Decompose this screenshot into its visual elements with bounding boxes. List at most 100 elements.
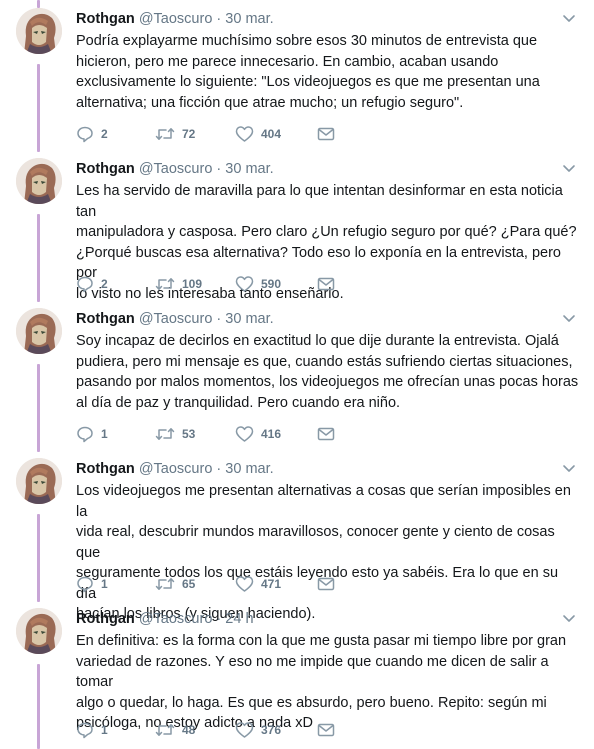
- tweet-text-line: Los videojuegos me presentan alternativa…: [76, 483, 571, 520]
- separator-dot: ·: [216, 611, 222, 627]
- chevron-down-icon[interactable]: [562, 614, 576, 624]
- heart-icon: [235, 126, 254, 142]
- display-name[interactable]: Rothgan: [76, 611, 135, 627]
- retweet-button[interactable]: 72: [155, 124, 195, 144]
- reply-button[interactable]: 1: [76, 574, 108, 594]
- avatar[interactable]: [16, 458, 62, 504]
- like-button[interactable]: 404: [235, 124, 281, 144]
- tweet-text-line: pudiera, pero mi mensaje es que, cuando …: [76, 353, 573, 370]
- chevron-down-icon[interactable]: [562, 164, 576, 174]
- reply-button[interactable]: 1: [76, 720, 108, 740]
- timestamp[interactable]: 30 mar.: [225, 311, 273, 327]
- tweet-text-line: Soy incapaz de decirlos en exactitud lo …: [76, 333, 559, 349]
- timestamp[interactable]: 30 mar.: [225, 11, 273, 27]
- like-button[interactable]: 471: [235, 574, 281, 594]
- heart-icon: [235, 576, 254, 592]
- separator-dot: ·: [216, 461, 222, 477]
- message-button[interactable]: [317, 274, 335, 294]
- tweet-text: Podría explayarme muchísimo sobre esos 3…: [76, 31, 581, 113]
- reply-icon: [77, 722, 93, 739]
- reply-button[interactable]: 2: [76, 124, 108, 144]
- retweet-button[interactable]: 53: [155, 424, 195, 444]
- separator-dot: ·: [216, 311, 222, 327]
- chevron-down-icon[interactable]: [562, 314, 576, 324]
- chevron-down-icon[interactable]: [562, 14, 576, 24]
- retweet-count: 65: [182, 577, 196, 591]
- tweet[interactable]: Rothgan @Taoscuro · 30 mar. Soy incapaz …: [0, 300, 594, 450]
- reply-button[interactable]: 2: [76, 274, 108, 294]
- reply-button[interactable]: 1: [76, 424, 108, 444]
- message-button[interactable]: [317, 124, 335, 144]
- tweet[interactable]: Rothgan @Taoscuro · 30 mar. Podría expla…: [0, 0, 594, 150]
- avatar[interactable]: [16, 608, 62, 654]
- display-name[interactable]: Rothgan: [76, 11, 135, 27]
- tweet-text-line: alternativa; una ficción que atrae mucho…: [76, 94, 464, 111]
- message-button[interactable]: [317, 424, 335, 444]
- reply-count: 1: [101, 723, 108, 737]
- tweet-text: En definitiva: es la forma con la que me…: [76, 631, 581, 734]
- display-name[interactable]: Rothgan: [76, 461, 135, 477]
- like-count: 404: [261, 127, 282, 141]
- tweet-header: Rothgan @Taoscuro · 30 mar.: [76, 459, 274, 479]
- tweet[interactable]: Rothgan @Taoscuro · 30 mar. Los videojue…: [0, 450, 594, 622]
- reply-count: 1: [101, 577, 108, 591]
- like-count: 471: [261, 577, 282, 591]
- message-button[interactable]: [317, 574, 335, 594]
- envelope-icon: [317, 723, 335, 737]
- separator-dot: ·: [216, 11, 222, 27]
- envelope-icon: [317, 277, 335, 291]
- reply-icon: [77, 576, 93, 593]
- username[interactable]: @Taoscuro: [139, 461, 213, 477]
- tweet-text-line: En definitiva: es la forma con la que me…: [76, 633, 567, 649]
- envelope-icon: [317, 127, 335, 141]
- avatar-image: [16, 8, 62, 54]
- retweet-icon: [155, 578, 175, 590]
- timestamp[interactable]: 24 h: [225, 611, 253, 627]
- tweet-text-line: vida real, descubrir mundos maravillosos…: [76, 524, 555, 561]
- avatar[interactable]: [16, 158, 62, 204]
- avatar-image: [16, 158, 62, 204]
- reply-icon: [77, 276, 93, 293]
- retweet-button[interactable]: 48: [155, 720, 195, 740]
- tweet-header: Rothgan @Taoscuro · 30 mar.: [76, 309, 274, 329]
- tweet[interactable]: Rothgan @Taoscuro · 30 mar. Les ha servi…: [0, 150, 594, 302]
- tweet-header: Rothgan @Taoscuro · 24 h: [76, 609, 254, 629]
- display-name[interactable]: Rothgan: [76, 311, 135, 327]
- username[interactable]: @Taoscuro: [139, 161, 213, 177]
- retweet-icon: [155, 724, 175, 736]
- retweet-icon: [155, 128, 175, 140]
- chevron-down-icon[interactable]: [562, 464, 576, 474]
- avatar[interactable]: [16, 308, 62, 354]
- reply-count: 2: [101, 127, 108, 141]
- tweet[interactable]: Rothgan @Taoscuro · 24 h En definitiva: …: [0, 600, 594, 749]
- like-button[interactable]: 590: [235, 274, 281, 294]
- like-button[interactable]: 416: [235, 424, 281, 444]
- tweet-text-line: variedad de razones. Y eso no me impide …: [76, 653, 549, 691]
- tweet-text-line: Les ha servido de maravilla para lo que …: [76, 183, 563, 220]
- heart-icon: [235, 426, 254, 442]
- envelope-icon: [317, 427, 335, 441]
- avatar[interactable]: [16, 8, 62, 54]
- like-button[interactable]: 376: [235, 720, 281, 740]
- retweet-icon: [155, 428, 175, 440]
- retweet-button[interactable]: 65: [155, 574, 195, 594]
- username[interactable]: @Taoscuro: [139, 611, 213, 627]
- timestamp[interactable]: 30 mar.: [225, 161, 273, 177]
- timestamp[interactable]: 30 mar.: [225, 461, 273, 477]
- tweet-text-line: Podría explayarme muchísimo sobre esos 3…: [76, 33, 538, 49]
- reply-count: 2: [101, 277, 108, 291]
- tweet-text-line: al día de paz y tranquilidad. Pero cuand…: [76, 394, 401, 411]
- retweet-button[interactable]: 109: [155, 274, 202, 294]
- heart-icon: [235, 276, 254, 292]
- username[interactable]: @Taoscuro: [139, 11, 213, 27]
- tweet-header: Rothgan @Taoscuro · 30 mar.: [76, 159, 274, 179]
- retweet-icon: [155, 278, 175, 290]
- username[interactable]: @Taoscuro: [139, 311, 213, 327]
- like-count: 590: [261, 277, 282, 291]
- reply-icon: [77, 426, 93, 443]
- retweet-count: 72: [182, 127, 196, 141]
- message-button[interactable]: [317, 720, 335, 740]
- tweet-text: Soy incapaz de decirlos en exactitud lo …: [76, 331, 581, 413]
- tweet-text-line: manipuladora y casposa. Pero claro ¿Un r…: [76, 224, 577, 240]
- display-name[interactable]: Rothgan: [76, 161, 135, 177]
